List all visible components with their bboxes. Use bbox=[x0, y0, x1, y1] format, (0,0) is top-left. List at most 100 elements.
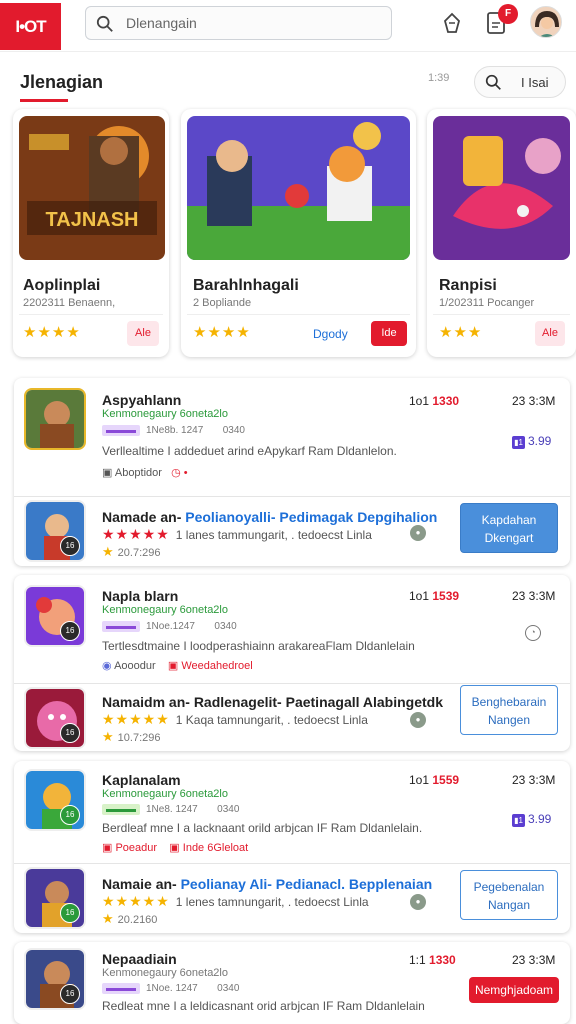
rating-row: ★★★★★ 1 lanes tammungarit, . tedoecst Lin… bbox=[102, 526, 372, 543]
game-stat: 1o1 1539 bbox=[409, 589, 459, 603]
section-filter-button[interactable]: I Isai bbox=[474, 66, 566, 98]
featured-subtitle: 2 Bopliande bbox=[193, 297, 252, 309]
stat-value: 1330 bbox=[432, 394, 460, 408]
level-badge: 16 bbox=[60, 723, 80, 743]
game-tags: ▬▬▬ 1Ne8. 1247 0340 bbox=[102, 804, 239, 815]
count-value: 20.7:296 bbox=[117, 547, 161, 559]
title-highlight: Radlenagelit- Paetinagall Alabingetdk bbox=[193, 694, 444, 710]
divider bbox=[19, 314, 163, 315]
action-label-2[interactable]: • bbox=[184, 467, 188, 479]
info-icon[interactable]: ● bbox=[410, 525, 426, 541]
action-label-2[interactable]: Weedahedroel bbox=[181, 660, 252, 672]
stat-prefix: 1o1 bbox=[409, 394, 430, 408]
list-item[interactable]: Aspyahlann Kenmonegaury 6oneta2lo ▬▬▬ 1Ne… bbox=[14, 378, 570, 496]
star-icon: ★ bbox=[102, 729, 114, 744]
filter-label: I Isai bbox=[521, 75, 549, 90]
featured-action-button[interactable]: Ale bbox=[127, 321, 159, 346]
avatar[interactable] bbox=[530, 6, 562, 38]
tag-extra: 0340 bbox=[217, 804, 240, 815]
featured-card[interactable]: TAJNASH Aoplinplai 2202311 Benaenn, ★★★★… bbox=[13, 109, 169, 357]
price-chip: ▮1 bbox=[512, 814, 525, 827]
game-thumbnail: 16 bbox=[24, 585, 86, 647]
game-tags: ▬▬▬ 1Ne8b. 1247 0340 bbox=[102, 425, 245, 436]
rating-row: ★★★★★ 1 lenes tamnungarit, . tedoecst Lin… bbox=[102, 893, 369, 910]
featured-action-button[interactable]: Ide bbox=[371, 321, 407, 346]
action-label[interactable]: Poeadur bbox=[115, 842, 157, 854]
game-title: Napla blarn bbox=[102, 588, 179, 604]
action-label-2[interactable]: Inde 6Gleloat bbox=[183, 842, 248, 854]
game-price: ▮1 3.99 bbox=[512, 812, 551, 827]
action-icon: ▣ bbox=[102, 842, 113, 854]
download-count: ★ 20.2160 bbox=[102, 911, 157, 927]
featured-subtitle: 1/202311 Pocanger bbox=[439, 297, 535, 309]
game-category: Kenmonegaury 6oneta2lo bbox=[102, 604, 228, 616]
featured-action-button[interactable]: Ale bbox=[535, 321, 565, 346]
featured-image bbox=[433, 116, 570, 260]
game-list-group: 16 Nepaadiain Kenmonegaury 6oneta2lo ▬▬▬… bbox=[14, 942, 570, 1024]
stat-prefix: 1o1 bbox=[409, 773, 430, 787]
level-badge: 16 bbox=[60, 805, 80, 825]
action-icon: ◉ bbox=[102, 660, 112, 672]
featured-link[interactable]: Dgody bbox=[313, 327, 348, 341]
game-stat: 1o1 1559 bbox=[409, 773, 459, 787]
install-button[interactable]: Nemghjadoam bbox=[469, 977, 559, 1003]
game-title: Namade an- Peolianoyalli- Pedimagak Depg… bbox=[102, 509, 437, 525]
install-button[interactable]: Benghebarain Nangen bbox=[460, 685, 558, 735]
game-actions: ▣ Poeadur ▣ Inde 6Gleloat bbox=[102, 841, 248, 854]
level-badge: 16 bbox=[60, 621, 80, 641]
count-value: 20.2160 bbox=[117, 914, 158, 926]
divider bbox=[433, 314, 570, 315]
list-item[interactable]: 16 Napla blarn Kenmonegaury 6oneta2lo ▬▬… bbox=[14, 575, 570, 683]
search-box[interactable]: Dlenangain bbox=[85, 6, 392, 40]
tag-text: 1Ne8. 1247 bbox=[146, 804, 198, 815]
featured-card[interactable]: Ranpisi 1/202311 Pocanger ★★★ Ale bbox=[427, 109, 576, 357]
avatar-icon bbox=[531, 7, 561, 37]
tag-icon: ▣ bbox=[169, 842, 180, 854]
level-badge: 16 bbox=[60, 903, 80, 923]
action-label[interactable]: Aooodur bbox=[114, 660, 156, 672]
stat-prefix: 1o1 bbox=[409, 589, 430, 603]
timer-icon: ◷ bbox=[171, 467, 181, 479]
price-value: 3.99 bbox=[528, 812, 552, 826]
game-title: Aspyahlann bbox=[102, 392, 182, 408]
featured-card[interactable]: Barahlnhagali 2 Bopliande ★★★★ Dgody Ide bbox=[181, 109, 416, 357]
bell-icon[interactable] bbox=[439, 10, 465, 36]
tag-icon: ▣ bbox=[167, 660, 179, 672]
game-description: Redleat mne I a leldicasnant orid arbjca… bbox=[102, 999, 425, 1013]
featured-image: TAJNASH bbox=[19, 116, 165, 260]
list-item[interactable]: 16 Namade an- Peolianoyalli- Pedimagak D… bbox=[14, 497, 570, 566]
game-thumbnail: 16 bbox=[24, 948, 86, 1010]
level-badge: 16 bbox=[60, 536, 80, 556]
game-title: Kaplanalam bbox=[102, 772, 181, 788]
title-main: Namaidm an- bbox=[102, 694, 190, 710]
list-item[interactable]: 16 Kaplanalam Kenmonegaury 6oneta2lo ▬▬▬… bbox=[14, 761, 570, 863]
featured-title: Ranpisi bbox=[439, 277, 497, 294]
notification-badge: F bbox=[498, 4, 518, 24]
info-icon[interactable]: ● bbox=[410, 894, 426, 910]
game-actions: ◉ Aooodur ▣ Weedahedroel bbox=[102, 659, 253, 672]
section-underline bbox=[20, 99, 68, 102]
tag-chip: ▬▬▬ bbox=[102, 425, 140, 436]
title-highlight: Peolianay Ali- Pedianacl. Bepplenaian bbox=[180, 876, 433, 892]
list-item[interactable]: 16 Namaidm an- Radlenagelit- Paetinagall… bbox=[14, 684, 570, 751]
install-button[interactable]: Kapdahan Dkengart bbox=[460, 503, 558, 553]
count-value: 10.7:296 bbox=[117, 732, 161, 744]
game-category: Kenmonegaury 6oneta2lo bbox=[102, 967, 228, 979]
tag-chip: ▬▬▬ bbox=[102, 804, 140, 815]
clock-icon[interactable]: ◔ bbox=[525, 625, 541, 641]
stat-value: 1330 bbox=[429, 953, 456, 967]
game-title: Namaidm an- Radlenagelit- Paetinagall Al… bbox=[102, 694, 443, 710]
tag-text: 1Ne8b. 1247 bbox=[146, 425, 204, 436]
game-art-icon bbox=[433, 116, 570, 260]
install-button[interactable]: Pegebenalan Nangan bbox=[460, 870, 558, 920]
action-label[interactable]: Aboptidor bbox=[115, 467, 162, 479]
search-input[interactable]: Dlenangain bbox=[126, 15, 197, 31]
info-icon[interactable]: ● bbox=[410, 712, 426, 728]
app-logo[interactable]: I•OT bbox=[0, 3, 61, 50]
top-bar: I•OT Dlenangain F bbox=[0, 0, 576, 52]
list-item[interactable]: 16 Namaie an- Peolianay Ali- Pedianacl. … bbox=[14, 864, 570, 933]
tag-chip: ▬▬▬ bbox=[102, 621, 140, 632]
search-icon bbox=[96, 15, 113, 32]
game-stat: 1:1 1330 bbox=[409, 953, 456, 967]
list-item[interactable]: 16 Nepaadiain Kenmonegaury 6oneta2lo ▬▬▬… bbox=[14, 942, 570, 1024]
